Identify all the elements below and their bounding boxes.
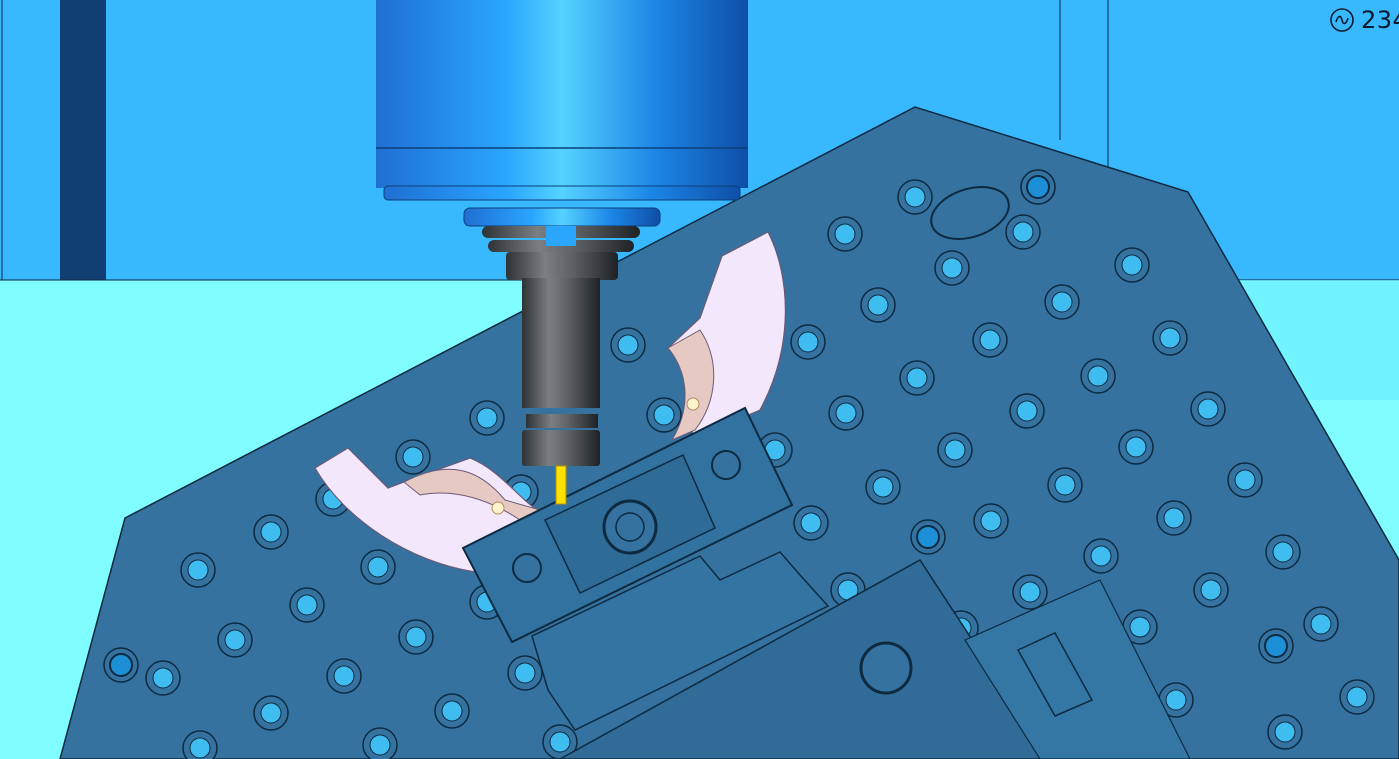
plate-hole bbox=[260, 702, 282, 724]
plate-hole bbox=[1090, 545, 1112, 567]
scene-svg[interactable] bbox=[0, 0, 1399, 759]
plate-hole bbox=[1159, 327, 1181, 349]
plate-hole bbox=[1019, 581, 1041, 603]
plate-hole bbox=[904, 186, 926, 208]
cycle-time-counter: 234 bbox=[1361, 6, 1399, 34]
plate-hole bbox=[1129, 616, 1151, 638]
timer-icon bbox=[1330, 8, 1354, 32]
plate-hole bbox=[1165, 689, 1187, 711]
machine-column-left bbox=[60, 0, 106, 280]
plate-hole bbox=[1197, 398, 1219, 420]
plate-hole bbox=[980, 510, 1002, 532]
plate-hole bbox=[1012, 221, 1034, 243]
plate-hole bbox=[1054, 474, 1076, 496]
plate-hole bbox=[514, 662, 536, 684]
plate-hole bbox=[402, 446, 424, 468]
plate-hole bbox=[941, 257, 963, 279]
plate-hole bbox=[800, 512, 822, 534]
plate-hole bbox=[333, 665, 355, 687]
plate-hole bbox=[405, 626, 427, 648]
plate-hole bbox=[152, 667, 174, 689]
plate-hole-threaded bbox=[916, 525, 940, 549]
plate-hole bbox=[617, 334, 639, 356]
plate-hole bbox=[1121, 254, 1143, 276]
plate-hole bbox=[224, 629, 246, 651]
plate-hole bbox=[367, 556, 389, 578]
plate-hole-threaded bbox=[109, 653, 133, 677]
plate-hole bbox=[1274, 721, 1296, 743]
plate-hole bbox=[296, 594, 318, 616]
plate-hole-threaded bbox=[1264, 634, 1288, 658]
plate-hole bbox=[1346, 686, 1368, 708]
plate-hole bbox=[979, 329, 1001, 351]
plate-hole bbox=[834, 223, 856, 245]
plate-hole-threaded bbox=[1026, 175, 1050, 199]
plate-hole bbox=[1272, 541, 1294, 563]
cutting-tool[interactable] bbox=[555, 465, 567, 505]
plate-hole bbox=[369, 734, 391, 756]
plate-hole bbox=[872, 476, 894, 498]
plate-hole bbox=[441, 700, 463, 722]
plate-hole bbox=[1200, 579, 1222, 601]
plate-hole bbox=[476, 407, 498, 429]
plate-hole bbox=[549, 731, 571, 753]
plate-hole bbox=[187, 559, 209, 581]
plate-hole bbox=[1087, 365, 1109, 387]
plate-hole bbox=[189, 737, 211, 759]
hud-counter: 234 bbox=[1329, 6, 1399, 34]
plate-hole bbox=[1163, 507, 1185, 529]
plate-hole bbox=[1125, 436, 1147, 458]
plate-hole bbox=[906, 367, 928, 389]
plate-hole bbox=[797, 331, 819, 353]
plate-hole bbox=[867, 294, 889, 316]
plate-hole bbox=[260, 521, 282, 543]
spindle-head[interactable] bbox=[376, 0, 748, 227]
plate-hole bbox=[1016, 400, 1038, 422]
plate-hole bbox=[1234, 469, 1256, 491]
simulation-viewport[interactable]: 234 bbox=[0, 0, 1399, 759]
plate-hole bbox=[835, 402, 857, 424]
plate-hole bbox=[1310, 613, 1332, 635]
plate-hole bbox=[653, 404, 675, 426]
plate-hole bbox=[1051, 291, 1073, 313]
plate-hole bbox=[944, 439, 966, 461]
